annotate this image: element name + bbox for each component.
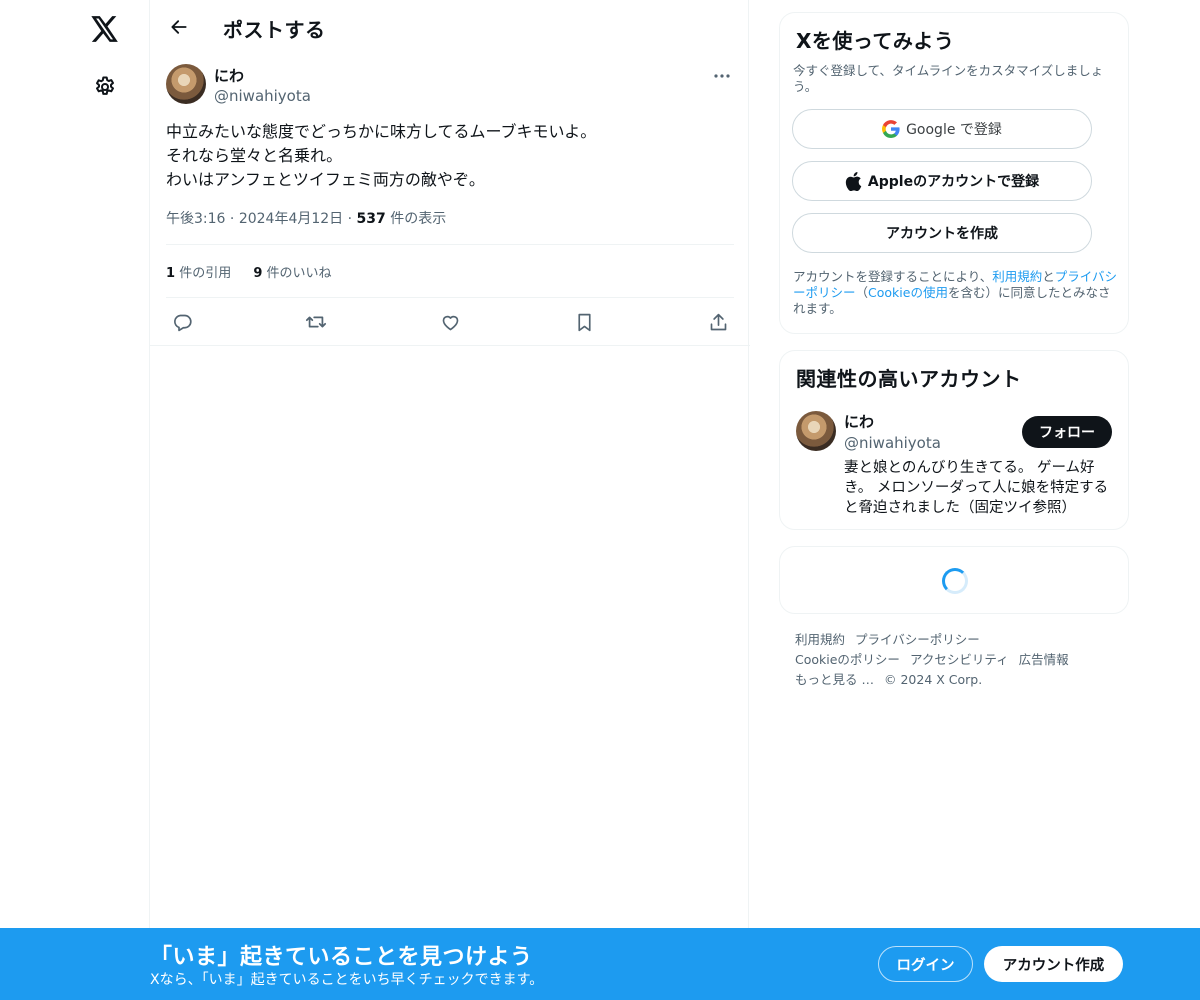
post-time[interactable]: 午後3:16 [166, 211, 225, 227]
cookie-link[interactable]: Cookieの使用 [868, 285, 948, 300]
quotes-stat[interactable]: 1 件の引用 [166, 266, 231, 281]
quotes-count: 1 [166, 266, 176, 281]
top-bar: ポストする [150, 0, 750, 53]
related-bio: 妻と娘とのんびり生きてる。 ゲーム好き。 メロンソーダって人に娘を特定すると脅迫… [844, 460, 1109, 516]
related-title: 関連性の高いアカウント [796, 367, 1022, 391]
post-stats: 1 件の引用 9 件のいいね [166, 262, 350, 281]
reply-icon[interactable] [166, 306, 198, 338]
terms-prefix: アカウントを登録することにより、 [793, 269, 993, 284]
left-nav [0, 0, 150, 1000]
likes-count: 9 [253, 266, 263, 281]
post-meta: 午後3:16 · 2024年4月12日 · 537 件の表示 [166, 208, 446, 228]
author-handle[interactable]: @niwahiyota [214, 87, 311, 105]
related-handle[interactable]: @niwahiyota [844, 434, 941, 452]
create-account-button[interactable]: アカウントを作成 [792, 213, 1092, 253]
google-icon [882, 120, 900, 138]
page-title: ポストする [223, 18, 326, 42]
signup-card-subtitle: 今すぐ登録して、タイムラインをカスタマイズしましょう。 [793, 63, 1104, 94]
meta-separator: · [347, 211, 357, 227]
signup-card-title: Xを使ってみよう [796, 29, 955, 53]
repost-icon[interactable] [300, 306, 332, 338]
create-account-label: アカウントを作成 [886, 226, 998, 242]
banner-title: 「いま」起きていることを見つけよう [150, 945, 533, 970]
footer-link-privacy[interactable]: プライバシーポリシー [855, 632, 980, 647]
likes-label: 件のいいね [266, 266, 332, 281]
paren-open: （ [855, 285, 869, 300]
terms-notice: アカウントを登録することにより、利用規約とプライバシーポリシー（Cookieの使… [793, 269, 1121, 317]
google-signup-button[interactable]: Google で登録 [792, 109, 1092, 149]
divider [166, 244, 734, 245]
share-icon[interactable] [702, 306, 734, 338]
x-logo-icon[interactable] [88, 12, 122, 46]
bottom-banner: 「いま」起きていることを見つけよう Xなら、「いま」起きていることをいち早くチェ… [0, 928, 1200, 1000]
loading-spinner-icon [942, 568, 968, 594]
post-line: わいはアンフェとツイフェミ両方の敵やぞ。 [166, 170, 485, 189]
google-signup-label: Google で登録 [906, 122, 1002, 138]
post-line: それなら堂々と名乗れ。 [166, 146, 343, 165]
divider [150, 345, 750, 346]
post-line: 中立みたいな態度でどっちかに味方してるムーブキモいよ。 [166, 122, 597, 141]
related-name[interactable]: にわ [844, 411, 874, 432]
views-label: 件の表示 [390, 211, 447, 227]
footer-link-accessibility[interactable]: アクセシビリティ [910, 652, 1009, 667]
like-icon[interactable] [434, 306, 466, 338]
avatar[interactable] [166, 64, 206, 104]
post-date[interactable]: 2024年4月12日 [239, 211, 343, 227]
post-actions [150, 306, 750, 338]
apple-signup-button[interactable]: Appleのアカウントで登録 [792, 161, 1092, 201]
post-text: 中立みたいな態度でどっちかに味方してるムーブキモいよ。 それなら堂々と名乗れ。 … [166, 120, 734, 192]
bookmark-icon[interactable] [568, 306, 600, 338]
author-name[interactable]: にわ [214, 65, 244, 86]
banner-subtitle: Xなら、「いま」起きていることをいち早くチェックできます。 [150, 972, 544, 988]
signup-card: Xを使ってみよう 今すぐ登録して、タイムラインをカスタマイズしましょう。 Goo… [779, 12, 1129, 334]
quotes-label: 件の引用 [179, 266, 232, 281]
arrow-left-icon[interactable] [162, 10, 196, 44]
more-horizontal-icon[interactable] [710, 64, 734, 88]
related-accounts-card: 関連性の高いアカウント にわ @niwahiyota フォロー 妻と娘とのんびり… [779, 350, 1129, 530]
footer-link-more[interactable]: もっと見る … [795, 672, 874, 687]
login-button[interactable]: ログイン [878, 946, 973, 982]
views-count: 537 [356, 211, 386, 227]
footer-link-cookie[interactable]: Cookieのポリシー [795, 652, 900, 667]
apple-icon [845, 171, 862, 191]
likes-stat[interactable]: 9 件のいいね [253, 266, 331, 281]
loading-card [779, 546, 1129, 614]
terms-and: と [1042, 269, 1055, 284]
terms-link[interactable]: 利用規約 [992, 269, 1042, 284]
follow-button[interactable]: フォロー [1022, 416, 1112, 448]
main-column: ポストする にわ @niwahiyota 中立みたいな態度でどっちかに味方してる… [149, 0, 750, 1000]
avatar[interactable] [796, 411, 836, 451]
copyright: © 2024 X Corp. [883, 672, 983, 687]
footer-links: 利用規約 プライバシーポリシー Cookieのポリシー アクセシビリティ 広告情報 も… [795, 630, 1125, 690]
gear-icon[interactable] [89, 71, 121, 103]
footer-link-terms[interactable]: 利用規約 [795, 632, 845, 647]
signup-button[interactable]: アカウント作成 [984, 946, 1123, 982]
apple-signup-label: Appleのアカウントで登録 [867, 174, 1040, 190]
meta-separator: · [229, 211, 239, 227]
divider [166, 297, 734, 298]
footer-link-ads[interactable]: 広告情報 [1019, 652, 1069, 667]
